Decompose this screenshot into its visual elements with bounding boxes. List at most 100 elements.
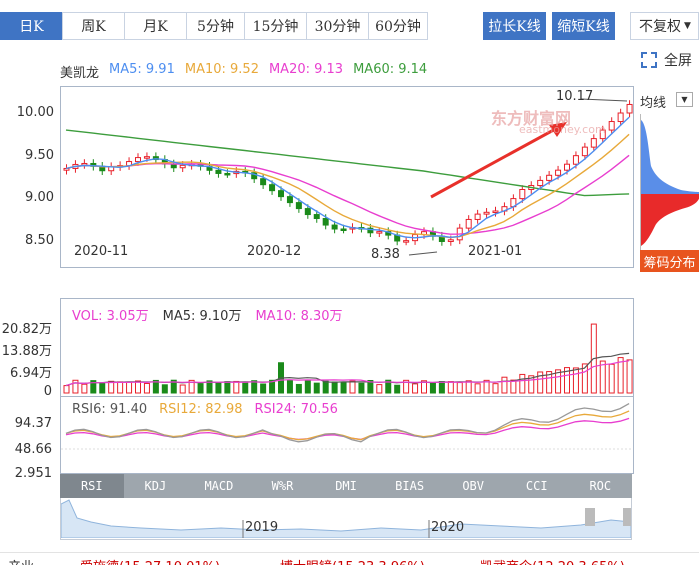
volume-bar (331, 381, 338, 394)
price-tick: 10.00 (16, 105, 54, 120)
candle (465, 218, 472, 229)
tab-bias[interactable]: BIAS (378, 474, 442, 498)
avg-line-dropdown[interactable]: ▼ (676, 92, 693, 107)
volume-bar (322, 380, 329, 394)
candle (483, 211, 490, 215)
overview-handle-left[interactable] (585, 508, 595, 526)
overview-year: 2020 (431, 520, 465, 535)
candle (286, 196, 293, 204)
volume-bar (438, 381, 445, 394)
adjust-select[interactable]: 不复权 ▼ (630, 12, 699, 40)
main-legend: 美凯龙 MA5: 9.91 MA10: 9.52 MA20: 9.13 MA60… (60, 62, 427, 81)
volume-bar (447, 381, 454, 394)
candle (304, 208, 311, 216)
volume-bar (161, 384, 168, 394)
volume-chart[interactable] (60, 298, 634, 396)
volume-bar (519, 373, 526, 394)
candle (581, 146, 588, 157)
tab-60min[interactable]: 60分钟 (368, 12, 428, 40)
candle (340, 228, 347, 232)
volume-bar (242, 382, 249, 394)
overview-year: 2019 (245, 520, 279, 535)
candle (322, 218, 329, 226)
volume-bar (304, 380, 311, 394)
tab-roc[interactable]: ROC (569, 474, 633, 498)
rsi-svg (61, 403, 633, 450)
price-tick: 9.00 (25, 190, 54, 205)
volume-bar (617, 357, 624, 394)
ma10-legend: MA10: 9.52 (184, 62, 259, 77)
tab-dmi[interactable]: DMI (314, 474, 378, 498)
volume-bar (492, 383, 499, 394)
date-tick: 2021-01 (468, 244, 523, 259)
low-price-label: 8.38 (371, 247, 400, 262)
adjust-select-value: 不复权 (639, 19, 681, 35)
tab-day-k[interactable]: 日K (0, 12, 62, 40)
rsi-chart[interactable] (60, 396, 634, 474)
chevron-down-icon: ▼ (684, 21, 691, 31)
candle (179, 164, 186, 169)
volume-bar (63, 385, 70, 394)
candle (376, 231, 383, 234)
related-stock-link[interactable]: 爱施德(15.27,10.01%) (80, 556, 220, 565)
high-price-label: 10.17 (556, 89, 594, 104)
tab-5min[interactable]: 5分钟 (186, 12, 244, 40)
volume-bar (340, 381, 347, 394)
lengthen-k-button[interactable]: 拉长K线 (483, 12, 546, 40)
volume-bar (126, 381, 133, 394)
related-label: 产业 (8, 556, 34, 565)
overview-handle-right[interactable] (623, 508, 631, 526)
ma60-legend: MA60: 9.14 (353, 62, 428, 77)
tab-month-k[interactable]: 月K (124, 12, 186, 40)
candle (590, 138, 597, 148)
tab-15min[interactable]: 15分钟 (244, 12, 306, 40)
fullscreen-button[interactable]: 全屏 (640, 50, 692, 70)
volume-bar (599, 360, 606, 394)
volume-bar (81, 383, 88, 394)
tab-30min[interactable]: 30分钟 (306, 12, 368, 40)
indicator-tabs: RSI KDJ MACD W%R DMI BIAS OBV CCI ROC (60, 474, 632, 498)
volume-bar (474, 383, 481, 394)
tab-wr[interactable]: W%R (251, 474, 315, 498)
price-tick: 8.50 (25, 233, 54, 248)
volume-bar (286, 379, 293, 394)
volume-bar (295, 383, 302, 394)
vol-tick: 13.88万 (1, 344, 52, 359)
candle (447, 239, 454, 242)
related-stock-link[interactable]: 博士眼镜(15.23,3.96%) (280, 556, 425, 565)
candle (555, 169, 562, 176)
tab-macd[interactable]: MACD (187, 474, 251, 498)
chip-distribution-button[interactable]: 筹码分布 (640, 250, 699, 272)
stock-name: 美凯龙 (60, 66, 100, 81)
related-stock-link[interactable]: 凯武商企(12.20,3.65%) (480, 556, 625, 565)
tab-kdj[interactable]: KDJ (124, 474, 188, 498)
low-pointer (408, 251, 438, 256)
candle (81, 162, 88, 166)
volume-bar (456, 382, 463, 394)
watermark-en: eastmoney.com (519, 123, 606, 136)
tab-rsi[interactable]: RSI (60, 474, 124, 498)
kline-chart[interactable]: 东方财富网 eastmoney.com 10.17 8.38 (60, 86, 634, 268)
tab-obv[interactable]: OBV (441, 474, 505, 498)
rsi-tick: 94.37 (14, 416, 52, 431)
vol-tick: 20.82万 (1, 322, 52, 337)
candle (224, 172, 231, 176)
tab-week-k[interactable]: 周K (62, 12, 124, 40)
shorten-k-button[interactable]: 缩短K线 (552, 12, 615, 40)
candle (617, 112, 624, 123)
volume-bar (510, 379, 517, 394)
overview-svg (61, 499, 631, 538)
fullscreen-icon (641, 52, 657, 68)
rsi6-line (65, 403, 630, 443)
overview-navigator[interactable]: 2019 2020 (60, 498, 632, 540)
volume-bar (72, 379, 79, 394)
volume-bar (412, 383, 419, 394)
volume-svg (63, 323, 633, 394)
rsi-tick: 2.951 (14, 466, 52, 481)
volume-bar (376, 384, 383, 394)
tab-cci[interactable]: CCI (505, 474, 569, 498)
volume-bar (349, 380, 356, 394)
volume-bar (143, 382, 150, 394)
date-tick: 2020-11 (74, 244, 129, 259)
fullscreen-label: 全屏 (664, 53, 692, 69)
